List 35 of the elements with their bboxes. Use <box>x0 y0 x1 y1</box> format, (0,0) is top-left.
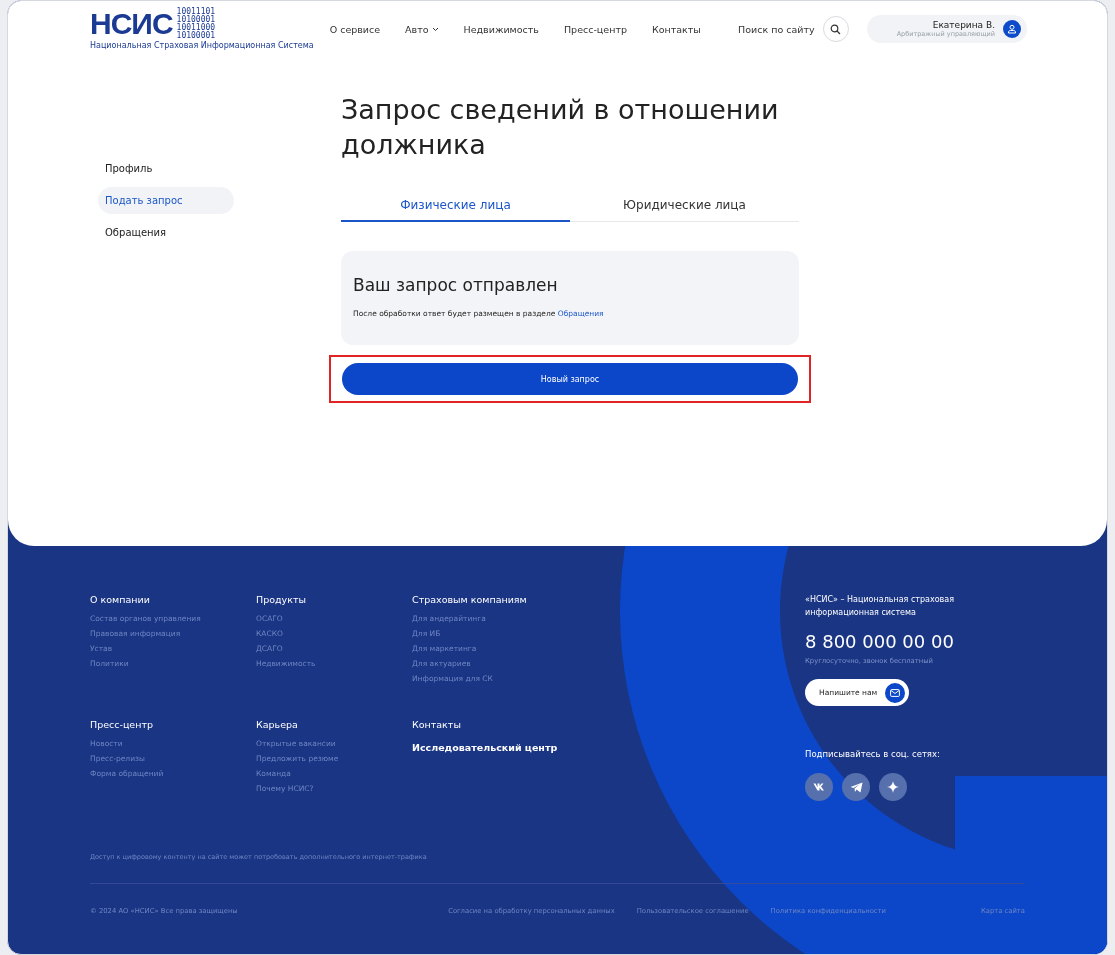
sidebar-item[interactable]: Профиль <box>98 155 234 182</box>
notice-title: Ваш запрос отправлен <box>353 275 559 295</box>
tab[interactable]: Юридические лица <box>570 192 799 222</box>
logo-caption: Национальная Страховая Информационная Система <box>90 41 314 50</box>
logo-binary: 10011101 10100001 10011000 10100001 <box>176 8 216 40</box>
user-name: Екатерина В. <box>932 20 995 30</box>
search-button[interactable] <box>822 16 849 42</box>
nav-link[interactable]: Контакты <box>651 23 701 35</box>
paper-plane-icon[interactable] <box>842 773 870 801</box>
phone-number: 8 800 000 00 00 <box>805 631 955 652</box>
nav-link[interactable]: Недвижимость <box>463 23 539 35</box>
new-request-button[interactable]: Новый запрос <box>342 363 798 395</box>
page-title: Запрос сведений в отношении должника <box>341 93 780 162</box>
avatar-icon <box>1003 20 1021 38</box>
sidebar-item[interactable]: Подать запрос <box>98 187 234 214</box>
company-description: «НСИС» – Национальная страховая информационная система <box>805 594 956 619</box>
sidebar-item[interactable]: Обращения <box>98 219 234 246</box>
nav-link[interactable]: Авто <box>405 23 439 35</box>
footer-heading: Контакты <box>412 719 462 730</box>
nav-link[interactable]: Пресс-центр <box>563 23 627 35</box>
tab[interactable]: Физические лица <box>341 192 570 222</box>
footer-heading: Продукты <box>256 594 307 605</box>
sparkle-icon[interactable] <box>879 773 907 801</box>
social-label: Подписывайтесь в соц. сетях: <box>805 749 941 759</box>
mail-icon <box>885 682 906 703</box>
footer-heading: Пресс-центр <box>90 719 154 730</box>
search-icon <box>830 23 842 35</box>
nav-link[interactable]: О сервисе <box>329 23 381 35</box>
footer-heading: О компании <box>90 594 151 605</box>
footer-heading: Карьера <box>256 719 299 730</box>
chevron-down-icon <box>431 26 439 32</box>
search-label: Поиск по сайту <box>738 23 815 35</box>
logo-text[interactable]: НСИС <box>90 11 173 37</box>
footer-heading: Страховым компаниям <box>412 594 528 605</box>
footer-link[interactable]: Исследовательский центр <box>412 742 805 753</box>
